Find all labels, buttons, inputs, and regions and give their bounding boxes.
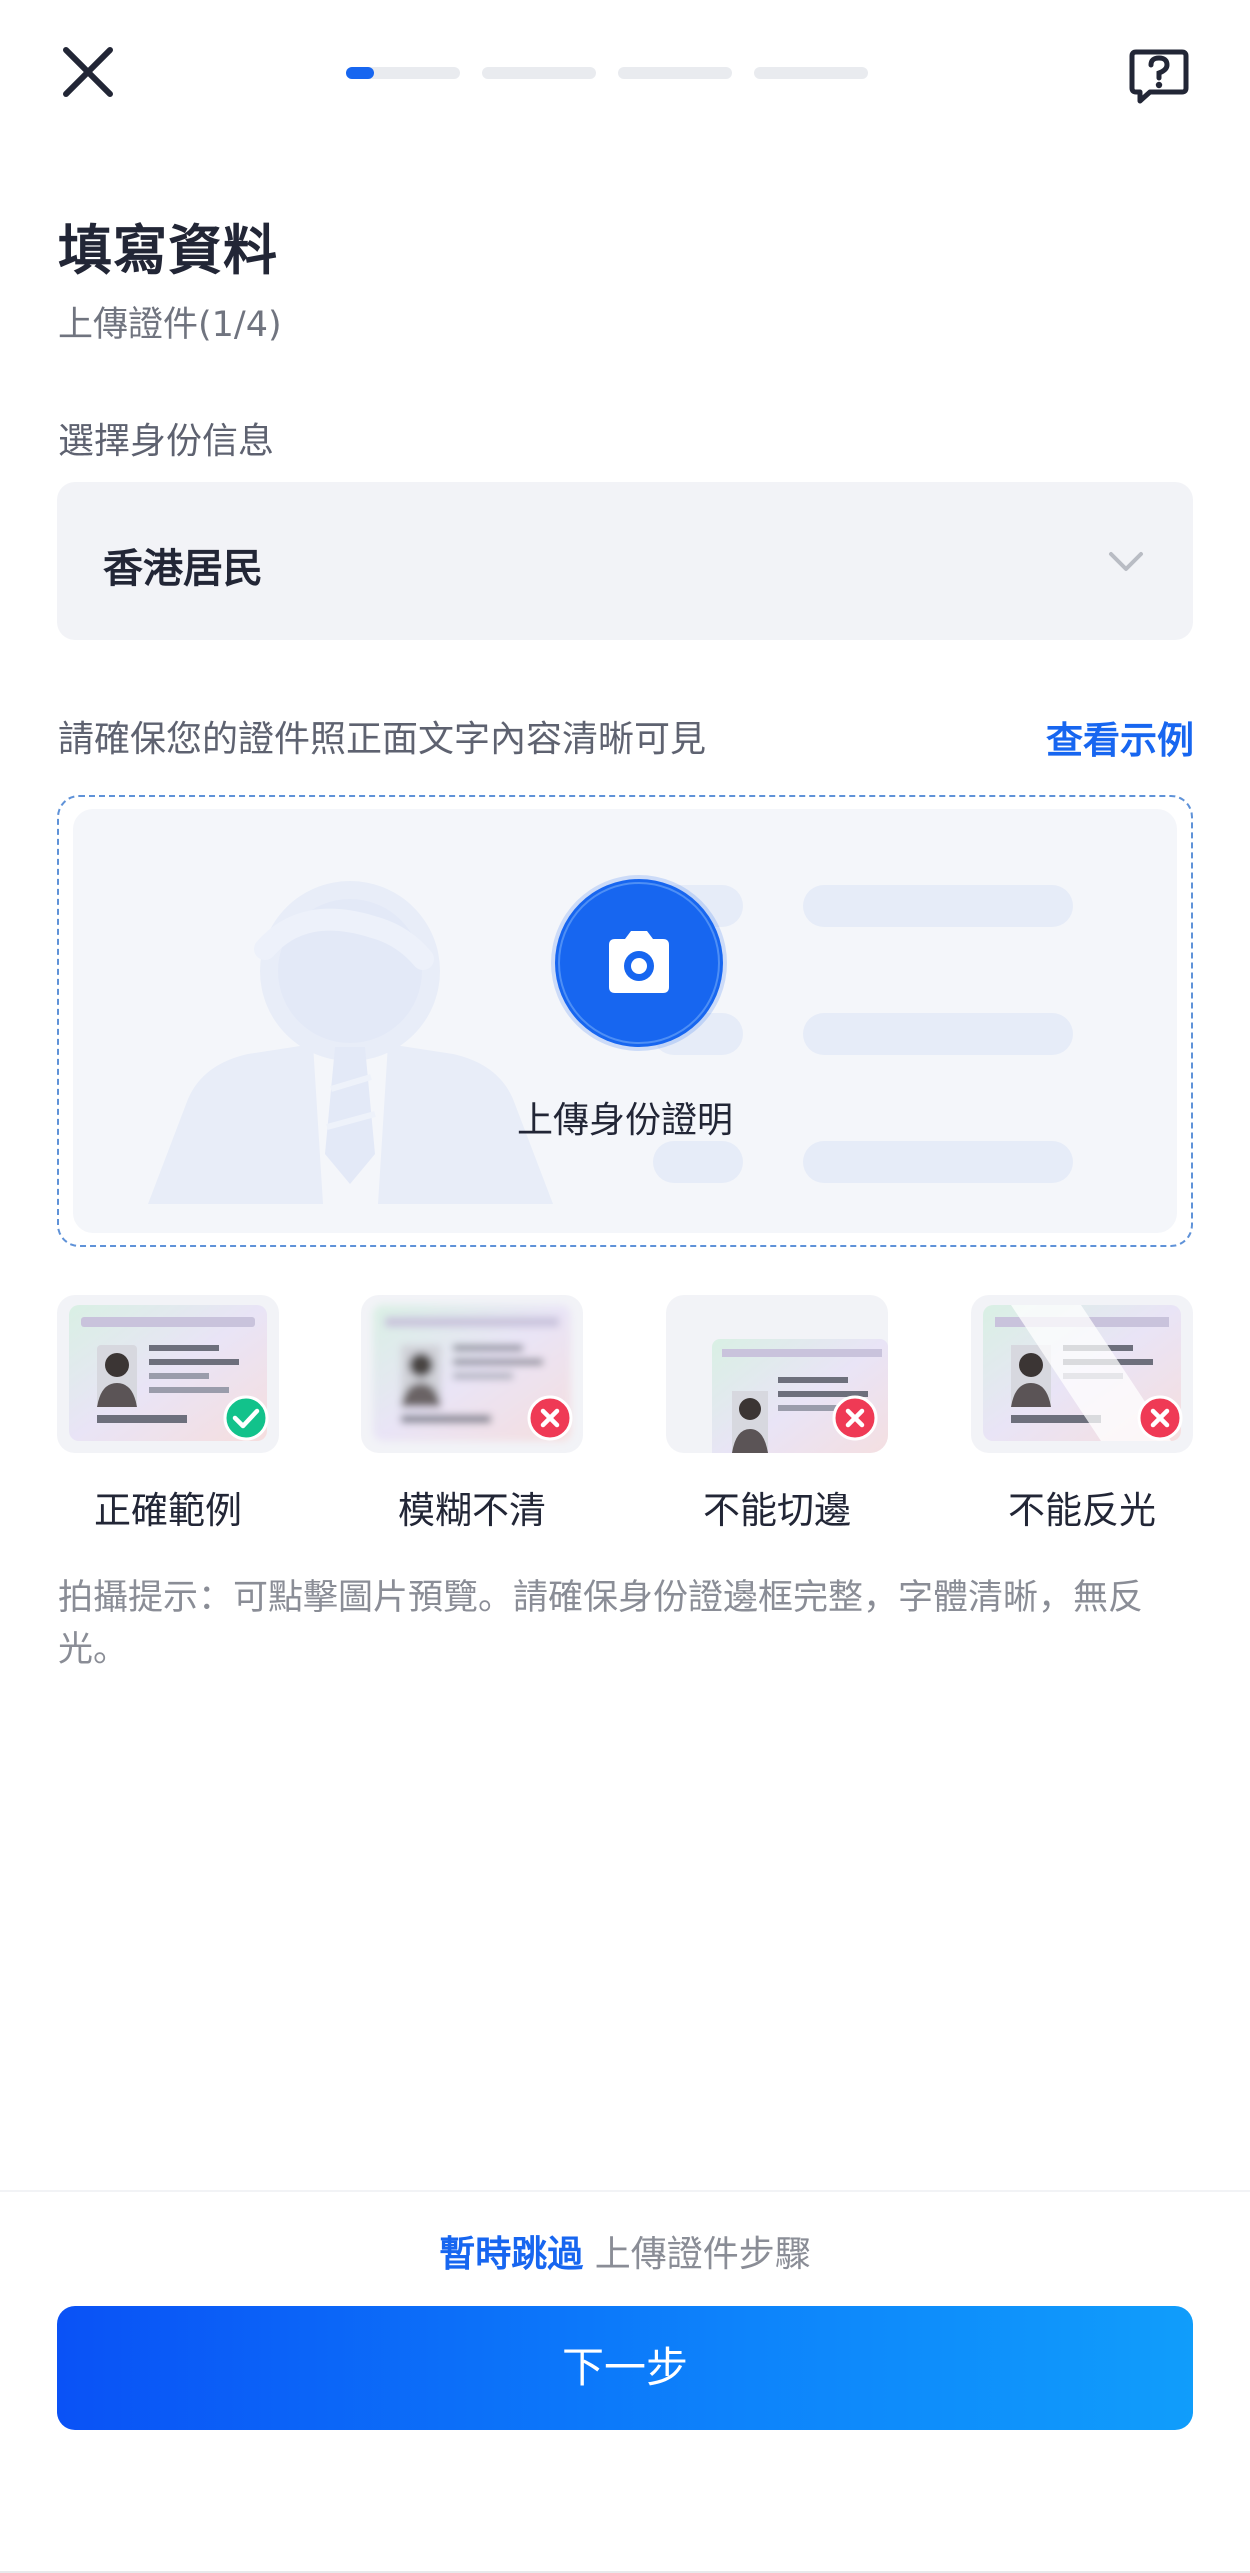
- upload-id-label: 上傳身份證明: [516, 1100, 733, 1141]
- close-icon: [63, 47, 113, 97]
- clarity-hint: 請確保您的證件照正面文字內容清晰可見: [58, 719, 707, 760]
- sample-label: 正確範例: [94, 1489, 242, 1532]
- close-icon: [527, 1395, 573, 1441]
- sample-cut-edge[interactable]: [666, 1295, 888, 1453]
- skip-suffix: 上傳證件步驟: [583, 2234, 811, 2275]
- progress-step-1: [346, 67, 460, 79]
- progress-step-2: [482, 67, 596, 79]
- footer-divider: [0, 2190, 1250, 2192]
- camera-button[interactable]: [555, 879, 723, 1047]
- help-button[interactable]: [1128, 46, 1190, 106]
- chevron-down-icon: [1109, 552, 1143, 571]
- sample-label: 不能切邊: [703, 1489, 851, 1532]
- skip-link[interactable]: 暫時跳過: [439, 2234, 583, 2275]
- identity-select[interactable]: 香港居民: [57, 482, 1193, 640]
- skip-row: 暫時跳過 上傳證件步驟: [0, 2225, 1250, 2277]
- page-title: 填寫資料: [58, 219, 278, 282]
- page-subtitle: 上傳證件(1/4): [58, 305, 282, 345]
- id-upload-area[interactable]: 上傳身份證明: [57, 795, 1193, 1247]
- check-icon: [223, 1395, 269, 1441]
- view-example-link[interactable]: 查看示例: [1046, 710, 1194, 764]
- id-upload-placeholder: 上傳身份證明: [73, 809, 1177, 1233]
- sample-correct[interactable]: [57, 1295, 279, 1453]
- close-icon: [1137, 1395, 1183, 1441]
- progress-step-4: [754, 67, 868, 79]
- help-question-icon: [1129, 49, 1189, 104]
- next-button[interactable]: 下一步: [57, 2306, 1193, 2430]
- close-button[interactable]: [58, 42, 118, 102]
- photo-tip: 拍攝提示：可點擊圖片預覽。請確保身份證邊框完整，字體清晰，無反光。: [58, 1578, 1144, 1670]
- sample-label: 模糊不清: [398, 1489, 546, 1532]
- identity-select-value: 香港居民: [103, 546, 263, 592]
- sample-label: 不能反光: [1008, 1489, 1156, 1532]
- progress-step-3: [618, 67, 732, 79]
- sample-blurry[interactable]: [361, 1295, 583, 1453]
- close-icon: [832, 1395, 878, 1441]
- identity-select-label: 選擇身份信息: [58, 421, 275, 462]
- camera-icon: [558, 882, 720, 1044]
- sample-glare[interactable]: [971, 1295, 1193, 1453]
